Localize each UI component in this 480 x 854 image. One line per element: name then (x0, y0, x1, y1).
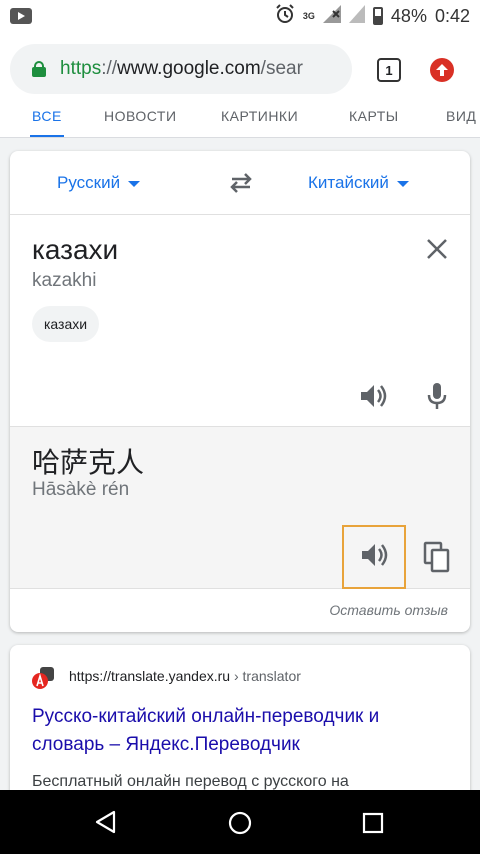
microphone-icon[interactable] (422, 381, 452, 411)
battery-percent: 48% (390, 5, 427, 26)
chevron-down-icon (396, 181, 409, 187)
feedback-link[interactable]: Оставить отзыв (329, 602, 448, 618)
url-scheme: https (60, 58, 102, 79)
alarm-icon (275, 3, 295, 29)
source-text[interactable]: казахи (32, 234, 118, 266)
source-transliteration: kazakhi (32, 270, 97, 291)
speaker-icon (359, 540, 389, 575)
listen-translation-button[interactable] (342, 525, 406, 589)
result-title-link[interactable]: Русско-китайский онлайн-переводчик и сло… (32, 703, 452, 759)
browser-toolbar: https://www.google.com/sear 1 (0, 32, 480, 108)
update-icon[interactable] (430, 58, 454, 82)
url-path: /sear (260, 58, 303, 79)
chevron-down-icon (128, 181, 141, 187)
address-bar[interactable]: https://www.google.com/sear (10, 44, 352, 94)
source-language-label: Русский (57, 173, 121, 192)
result-url: https://translate.yandex.ru › translator (69, 668, 301, 684)
source-language-selector[interactable]: Русский (57, 173, 141, 193)
signal-icon-2 (348, 4, 365, 28)
result-url-breadcrumb: › translator (230, 668, 301, 684)
translated-transliteration: Hāsàkè rén (32, 479, 130, 500)
translated-text: 哈萨克人 (32, 447, 145, 478)
target-language-selector[interactable]: Китайский (308, 173, 409, 193)
signal-icon (322, 4, 341, 28)
lock-icon (32, 61, 46, 77)
youtube-notification-icon (10, 8, 34, 24)
tab-images[interactable]: КАРТИНКИ (221, 108, 298, 137)
home-icon[interactable] (228, 811, 252, 835)
translation-area: 哈萨克人 Hāsàkè rén (10, 426, 470, 589)
speaker-icon[interactable] (358, 381, 388, 411)
url-separator: :// (101, 58, 118, 79)
recents-icon[interactable] (362, 812, 384, 834)
clock: 0:42 (434, 5, 470, 26)
tab-videos[interactable]: ВИД (446, 108, 476, 137)
language-selector-row: Русский Китайский (10, 151, 470, 215)
battery-icon (372, 7, 383, 25)
tab-maps[interactable]: КАРТЫ (349, 108, 399, 137)
url-host: www.google.com (117, 58, 261, 79)
tab-switcher-button[interactable]: 1 (377, 58, 401, 82)
system-navigation-bar (0, 790, 480, 854)
network-type: 3G (302, 11, 315, 21)
tab-news[interactable]: НОВОСТИ (104, 108, 177, 137)
close-icon[interactable] (422, 234, 452, 264)
suggestion-chip[interactable]: казахи (32, 306, 100, 342)
source-area[interactable]: казахи kazakhi казахи (10, 216, 470, 426)
search-tabs: ВСЕ НОВОСТИ КАРТИНКИ КАРТЫ ВИД (0, 108, 480, 138)
tab-all[interactable]: ВСЕ (30, 108, 64, 137)
result-url-host: https://translate.yandex.ru (69, 668, 231, 684)
copy-icon[interactable] (422, 541, 452, 573)
back-icon[interactable] (94, 810, 118, 834)
translate-card: Русский Китайский казахи kazakhi казахи … (10, 151, 470, 632)
target-language-label: Китайский (308, 173, 389, 192)
yandex-translate-favicon-icon (32, 667, 54, 689)
swap-languages-icon[interactable] (228, 173, 254, 193)
status-bar: 3G 48% 0:42 (0, 0, 480, 32)
